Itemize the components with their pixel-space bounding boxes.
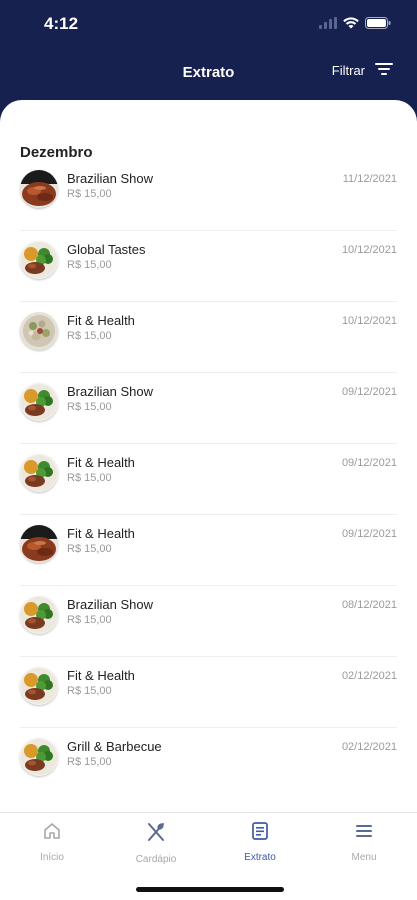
transaction-amount: R$ 15,00	[67, 401, 112, 413]
month-heading: Dezembro	[20, 144, 93, 161]
tab-label: Extrato	[244, 852, 276, 863]
tab-label: Início	[40, 852, 64, 863]
transaction-date: 10/12/2021	[341, 244, 397, 256]
tab-inicio[interactable]: Início	[0, 821, 104, 863]
transaction-date: 08/12/2021	[341, 599, 397, 611]
home-icon	[42, 821, 62, 846]
transaction-date: 09/12/2021	[341, 528, 397, 540]
home-indicator	[136, 887, 284, 892]
transaction-name: Fit & Health	[67, 455, 135, 470]
utensils-icon	[145, 821, 167, 848]
filter-button[interactable]: Filtrar	[332, 62, 393, 79]
transaction-date: 09/12/2021	[341, 386, 397, 398]
transaction-date: 10/12/2021	[341, 315, 397, 327]
tab-extrato[interactable]: Extrato	[208, 821, 312, 863]
meal-thumbnail	[20, 241, 58, 279]
transaction-amount: R$ 15,00	[67, 259, 112, 271]
statement-panel: Dezembro Brazilian Show R$ 15,00 11/12/2…	[0, 100, 417, 812]
filter-label: Filtrar	[331, 63, 365, 78]
status-icons	[319, 16, 391, 34]
transaction-row[interactable]: Grill & Barbecue R$ 15,00 02/12/2021	[20, 728, 397, 799]
transaction-name: Brazilian Show	[67, 171, 153, 186]
transaction-row[interactable]: Fit & Health R$ 15,00 02/12/2021	[20, 657, 397, 728]
transaction-name: Brazilian Show	[67, 597, 153, 612]
status-bar: 4:12	[0, 0, 417, 50]
filter-icon	[375, 62, 393, 79]
transaction-amount: R$ 15,00	[67, 685, 112, 697]
transaction-amount: R$ 15,00	[67, 543, 112, 555]
transaction-date: 02/12/2021	[341, 741, 397, 753]
transaction-name: Fit & Health	[67, 526, 135, 541]
tab-cardapio[interactable]: Cardápio	[104, 821, 208, 865]
status-time: 4:12	[44, 14, 79, 33]
tab-label: Menu	[351, 852, 377, 863]
transaction-row[interactable]: Fit & Health R$ 15,00 09/12/2021	[20, 515, 397, 586]
meal-thumbnail	[20, 738, 58, 776]
meal-thumbnail	[20, 525, 58, 563]
transaction-row[interactable]: Brazilian Show R$ 15,00 09/12/2021	[20, 373, 397, 444]
transaction-row[interactable]: Brazilian Show R$ 15,00 08/12/2021	[20, 586, 397, 657]
meal-thumbnail	[20, 667, 58, 705]
transaction-amount: R$ 15,00	[67, 188, 112, 200]
header: 4:12 Extrato Filtrar	[0, 0, 417, 110]
battery-icon	[365, 16, 391, 34]
transaction-date: 11/12/2021	[342, 173, 397, 185]
transaction-list: Brazilian Show R$ 15,00 11/12/2021 Globa…	[0, 160, 417, 799]
transaction-date: 09/12/2021	[341, 457, 397, 469]
wifi-icon	[343, 16, 359, 34]
meal-thumbnail	[20, 454, 58, 492]
transaction-name: Grill & Barbecue	[67, 739, 162, 754]
transaction-name: Brazilian Show	[67, 384, 153, 399]
transaction-name: Fit & Health	[67, 668, 135, 683]
transaction-name: Fit & Health	[67, 313, 135, 328]
transaction-name: Global Tastes	[67, 242, 146, 257]
transaction-row[interactable]: Global Tastes R$ 15,00 10/12/2021	[20, 231, 397, 302]
signal-icon	[319, 16, 337, 34]
meal-thumbnail	[20, 170, 58, 208]
tab-label: Cardápio	[135, 854, 177, 865]
transaction-amount: R$ 15,00	[67, 756, 112, 768]
meal-thumbnail	[20, 312, 58, 350]
receipt-icon	[250, 821, 270, 846]
meal-thumbnail	[20, 383, 58, 421]
tab-menu[interactable]: Menu	[312, 821, 416, 863]
transaction-row[interactable]: Brazilian Show R$ 15,00 11/12/2021	[20, 160, 397, 231]
transaction-amount: R$ 15,00	[67, 614, 112, 626]
meal-thumbnail	[20, 596, 58, 634]
transaction-row[interactable]: Fit & Health R$ 15,00 10/12/2021	[20, 302, 397, 373]
transaction-date: 02/12/2021	[341, 670, 397, 682]
hamburger-menu-icon	[354, 821, 374, 846]
transaction-amount: R$ 15,00	[67, 330, 112, 342]
transaction-amount: R$ 15,00	[67, 472, 112, 484]
transaction-row[interactable]: Fit & Health R$ 15,00 09/12/2021	[20, 444, 397, 515]
